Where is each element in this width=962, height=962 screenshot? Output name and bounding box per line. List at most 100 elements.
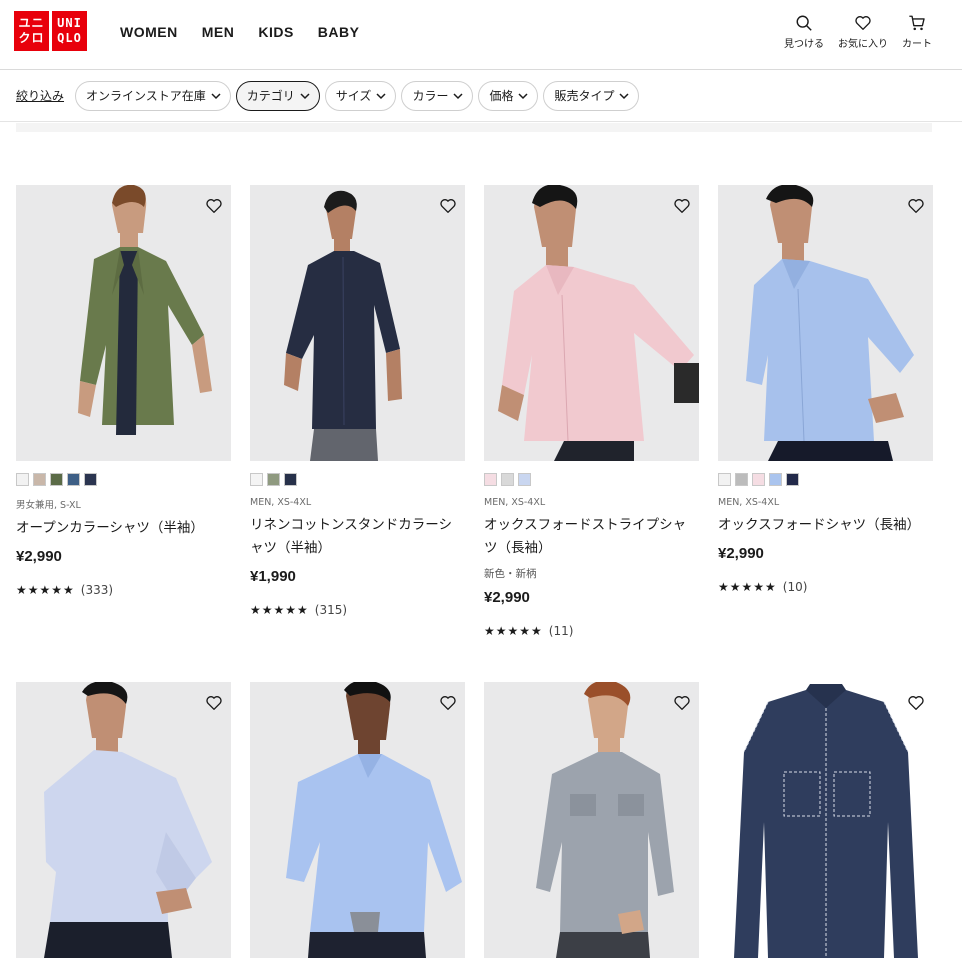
product-card[interactable]: MEN, XS-4XL オックスフォードシャツ（長袖） ¥2,990 ★★★★★… [718,185,933,682]
filter-chip-stock[interactable]: オンラインストア在庫 [75,80,231,111]
heart-icon [855,16,871,30]
main-nav: WOMEN MEN KIDS BABY [120,24,359,40]
product-card[interactable]: MEN, XS-4XL オックスフォードストライプシャツ（長袖） 新色・新柄 ¥… [484,185,699,682]
color-swatches [484,473,699,487]
product-photo-navy-shirt [250,185,465,461]
color-swatch[interactable] [16,473,29,486]
product-meta: MEN, XS-4XL [718,497,780,508]
nav-kids[interactable]: KIDS [258,24,293,40]
color-swatch[interactable] [718,473,731,486]
product-name[interactable]: オックスフォードストライプシャツ（長袖） [484,514,699,560]
product-photo-sky-blue-oxford [250,682,465,958]
cart-label: カート [902,39,932,50]
nav-baby[interactable]: BABY [318,24,360,40]
favorite-button[interactable] [907,197,925,215]
color-swatch[interactable] [84,473,97,486]
favorites-button[interactable]: お気に入り [838,14,888,50]
chevron-down-icon [376,92,386,99]
site-header: ユニ クロ UNI QLO WOMEN MEN KIDS BABY 見つける お… [0,0,962,70]
filter-chip-size[interactable]: サイズ [324,80,397,111]
product-image[interactable] [718,185,933,461]
product-price: ¥1,990 [250,568,296,585]
product-image[interactable] [484,682,699,958]
color-swatch[interactable] [67,473,80,486]
product-name[interactable]: リネンコットンスタンドカラーシャツ（半袖） [250,514,465,560]
favorite-button[interactable] [205,197,223,215]
color-swatch[interactable] [769,473,782,486]
refine-link[interactable]: 絞り込み [16,87,64,104]
search-label: 見つける [784,39,824,50]
product-image[interactable] [250,682,465,958]
favorite-button[interactable] [439,197,457,215]
color-swatch[interactable] [33,473,46,486]
favorite-button[interactable] [673,197,691,215]
logo-latin-line-2: QLO [57,31,82,45]
review-count[interactable]: (10) [783,580,808,594]
color-swatch[interactable] [284,473,297,486]
review-count[interactable]: (11) [549,624,574,638]
filter-chip-sale-type[interactable]: 販売タイプ [543,80,640,111]
filter-chip-price[interactable]: 価格 [478,80,539,111]
color-swatch[interactable] [735,473,748,486]
chevron-down-icon [300,92,310,99]
nav-men[interactable]: MEN [202,24,235,40]
star-rating-icon: ★★★★★ [484,624,543,638]
product-meta: MEN, XS-4XL [250,497,312,508]
product-price: ¥2,990 [718,545,764,562]
product-image[interactable] [16,185,231,461]
color-swatch[interactable] [518,473,531,486]
color-swatches [250,473,465,487]
color-swatch[interactable] [484,473,497,486]
filter-bar: 絞り込み オンラインストア在庫 カテゴリ サイズ カラー 価格 販売タイプ [0,70,962,122]
favorite-button[interactable] [205,694,223,712]
favorite-button[interactable] [907,694,925,712]
chevron-down-icon [453,92,463,99]
product-image[interactable] [250,185,465,461]
product-card[interactable] [718,682,933,962]
product-card[interactable]: MEN, XS-4XL リネンコットンスタンドカラーシャツ（半袖） ¥1,990… [250,185,465,682]
logo-katakana-line-1: ユニ [18,16,45,30]
color-swatch[interactable] [50,473,63,486]
review-count[interactable]: (333) [81,583,113,597]
color-swatch[interactable] [250,473,263,486]
logo-katakana: ユニ クロ [14,11,49,51]
product-card[interactable] [250,682,465,962]
product-name[interactable]: オックスフォードシャツ（長袖） [718,514,933,537]
cart-button[interactable]: カート [902,14,932,50]
uniqlo-logo[interactable]: ユニ クロ UNI QLO [14,11,87,51]
product-meta: 男女兼用, S-XL [16,500,81,511]
filter-chip-category[interactable]: カテゴリ [235,80,320,111]
product-photo-pink-shirt [484,185,699,461]
product-card[interactable]: 男女兼用, S-XL オープンカラーシャツ（半袖） ¥2,990 ★★★★★ (… [16,185,231,682]
color-swatches [718,473,933,487]
favorite-button[interactable] [673,694,691,712]
color-swatch[interactable] [501,473,514,486]
heart-icon [206,199,222,213]
favorite-button[interactable] [439,694,457,712]
product-image[interactable] [718,682,933,958]
chevron-down-icon [619,92,630,99]
star-rating-icon: ★★★★★ [718,580,777,594]
product-image[interactable] [484,185,699,461]
color-swatch[interactable] [752,473,765,486]
color-swatch[interactable] [267,473,280,486]
color-swatch[interactable] [786,473,799,486]
product-card[interactable] [16,682,231,962]
nav-women[interactable]: WOMEN [120,24,178,40]
filter-chip-color[interactable]: カラー [401,80,474,111]
product-image[interactable] [16,682,231,958]
heart-icon [908,696,924,710]
new-color-tag: 新色・新柄 [484,568,537,580]
review-count[interactable]: (315) [315,603,347,617]
product-photo-olive-shirt [16,185,231,461]
chevron-down-icon [518,92,528,99]
product-name[interactable]: オープンカラーシャツ（半袖） [16,517,231,540]
product-rating: ★★★★★ (333) [16,583,231,597]
product-grid: 男女兼用, S-XL オープンカラーシャツ（半袖） ¥2,990 ★★★★★ (… [16,185,933,962]
color-swatches [16,473,231,487]
product-card[interactable] [484,682,699,962]
filter-chip-label: 価格 [489,89,514,103]
favorites-label: お気に入り [838,39,888,50]
heart-icon [908,199,924,213]
search-button[interactable]: 見つける [784,14,824,50]
